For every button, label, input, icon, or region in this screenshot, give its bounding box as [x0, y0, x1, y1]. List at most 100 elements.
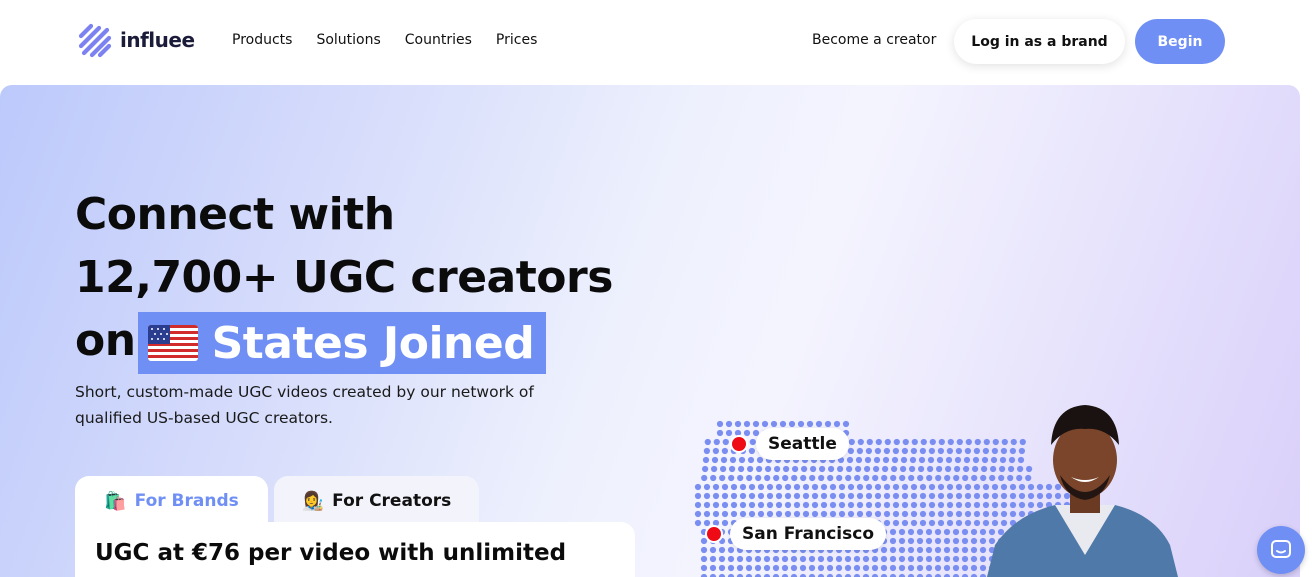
map-dot	[701, 474, 708, 482]
map-dot	[973, 483, 981, 491]
map-dot	[712, 510, 720, 518]
map-dot	[775, 501, 783, 509]
map-dot	[719, 474, 726, 482]
map-dot	[806, 420, 814, 428]
creator-portrait	[987, 405, 1178, 577]
map-dot	[936, 456, 944, 464]
map-dot	[945, 465, 952, 473]
map-dot	[916, 528, 924, 536]
login-brand-button[interactable]: Log in as a brand	[954, 19, 1125, 64]
become-creator-link[interactable]: Become a creator	[812, 32, 936, 48]
map-dot	[907, 537, 915, 545]
map-dot	[920, 438, 927, 446]
main-nav: Products Solutions Countries Prices	[232, 32, 561, 48]
map-dot	[710, 474, 717, 482]
map-dot	[736, 564, 744, 572]
map-dot	[854, 474, 861, 482]
map-dot	[856, 447, 863, 455]
map-dot	[874, 447, 881, 455]
map-dot	[946, 501, 954, 509]
map-dot	[754, 564, 762, 572]
map-dot	[819, 465, 826, 473]
map-dot	[749, 438, 756, 446]
map-dot	[793, 492, 801, 500]
map-dot	[694, 483, 702, 491]
map-dot	[919, 510, 927, 518]
map-dot	[856, 492, 864, 500]
map-dot	[855, 456, 863, 464]
map-dot	[694, 492, 702, 500]
map-dot	[700, 546, 708, 554]
map-dot	[763, 564, 771, 572]
map-dot	[961, 564, 969, 572]
map-dot	[937, 510, 945, 518]
map-dot	[880, 555, 888, 563]
map-dot	[718, 546, 726, 554]
map-dot	[711, 456, 719, 464]
map-dot	[846, 456, 854, 464]
map-dot	[752, 420, 760, 428]
map-dot	[856, 510, 864, 518]
map-dot	[703, 483, 711, 491]
map-dot	[818, 474, 825, 482]
map-dot	[761, 420, 769, 428]
map-dot	[808, 564, 816, 572]
nav-products[interactable]: Products	[232, 32, 292, 48]
map-dot	[792, 465, 799, 473]
map-dot	[970, 528, 978, 536]
map-dot	[844, 564, 852, 572]
map-dot	[718, 564, 726, 572]
map-dot	[880, 564, 888, 572]
map-dot	[928, 483, 936, 491]
map-dot	[943, 537, 951, 545]
map-dot	[703, 501, 711, 509]
map-dot	[916, 537, 924, 545]
map-dot	[874, 510, 882, 518]
headline-line-3: on States Joined	[75, 309, 613, 374]
map-dot	[784, 483, 792, 491]
map-dot	[775, 483, 783, 491]
map-dot	[815, 420, 823, 428]
map-dot	[766, 492, 774, 500]
map-dot	[844, 555, 852, 563]
chat-button[interactable]	[1257, 526, 1305, 574]
map-dot	[919, 483, 927, 491]
map-dot	[757, 510, 765, 518]
map-dot	[808, 555, 816, 563]
map-dot	[703, 492, 711, 500]
map-dot	[944, 474, 951, 482]
map-dot	[748, 492, 756, 500]
map-dot	[784, 501, 792, 509]
tab-for-brands[interactable]: 🛍️ For Brands	[75, 476, 268, 526]
map-dot	[781, 555, 789, 563]
map-dot	[847, 501, 855, 509]
map-dot	[946, 492, 954, 500]
map-dot	[891, 465, 898, 473]
map-dot	[945, 456, 953, 464]
map-dot	[936, 465, 943, 473]
tab-for-creators[interactable]: 👩‍🎨 For Creators	[274, 476, 479, 526]
map-dot	[934, 555, 942, 563]
pricing-card: UGC at €76 per video with unlimited	[75, 522, 635, 577]
site-header: influee Products Solutions Countries Pri…	[0, 0, 1312, 85]
map-dot	[956, 438, 963, 446]
map-dot	[716, 420, 724, 428]
map-dot	[709, 564, 717, 572]
map-dot	[971, 474, 978, 482]
nav-solutions[interactable]: Solutions	[316, 32, 380, 48]
map-dot	[864, 465, 871, 473]
nav-prices[interactable]: Prices	[496, 32, 537, 48]
map-dot	[766, 483, 774, 491]
begin-button[interactable]: Begin	[1135, 19, 1225, 64]
map-dot	[846, 465, 853, 473]
map-dot	[793, 510, 801, 518]
nav-countries[interactable]: Countries	[405, 32, 472, 48]
map-dot	[946, 510, 954, 518]
map-dot	[709, 546, 717, 554]
brand-logo[interactable]: influee	[78, 22, 195, 58]
map-dot	[734, 420, 742, 428]
map-dot	[892, 510, 900, 518]
map-dot	[848, 438, 855, 446]
map-dot	[712, 483, 720, 491]
map-dot	[817, 555, 825, 563]
